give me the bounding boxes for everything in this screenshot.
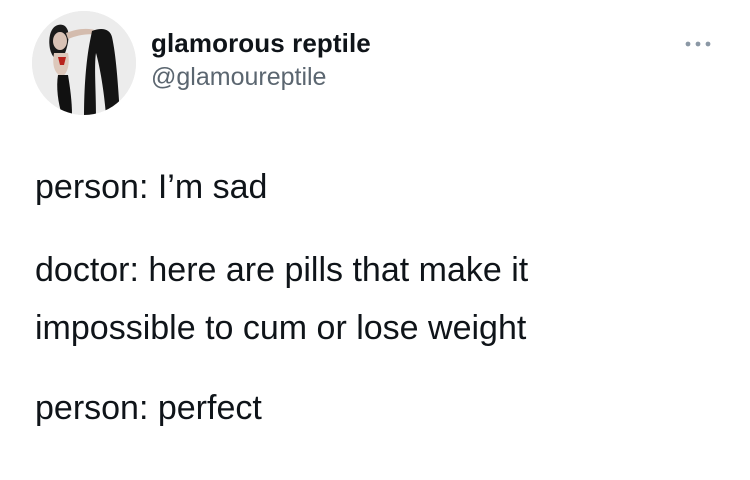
tweet-text-line: person: perfect	[35, 389, 262, 427]
tweet-text-line: person: I’m sad	[35, 168, 268, 206]
tweet-card: glamorous reptile @glamoureptile person:…	[0, 0, 750, 480]
more-horizontal-icon[interactable]	[682, 36, 714, 52]
tweet-text-line: doctor: here are pills that make it	[35, 251, 529, 289]
avatar-photo	[32, 11, 136, 115]
avatar[interactable]	[32, 11, 136, 115]
tweet-text-line: impossible to cum or lose weight	[35, 309, 527, 347]
user-handle[interactable]: @glamoureptile	[151, 63, 326, 92]
display-name[interactable]: glamorous reptile	[151, 28, 371, 59]
